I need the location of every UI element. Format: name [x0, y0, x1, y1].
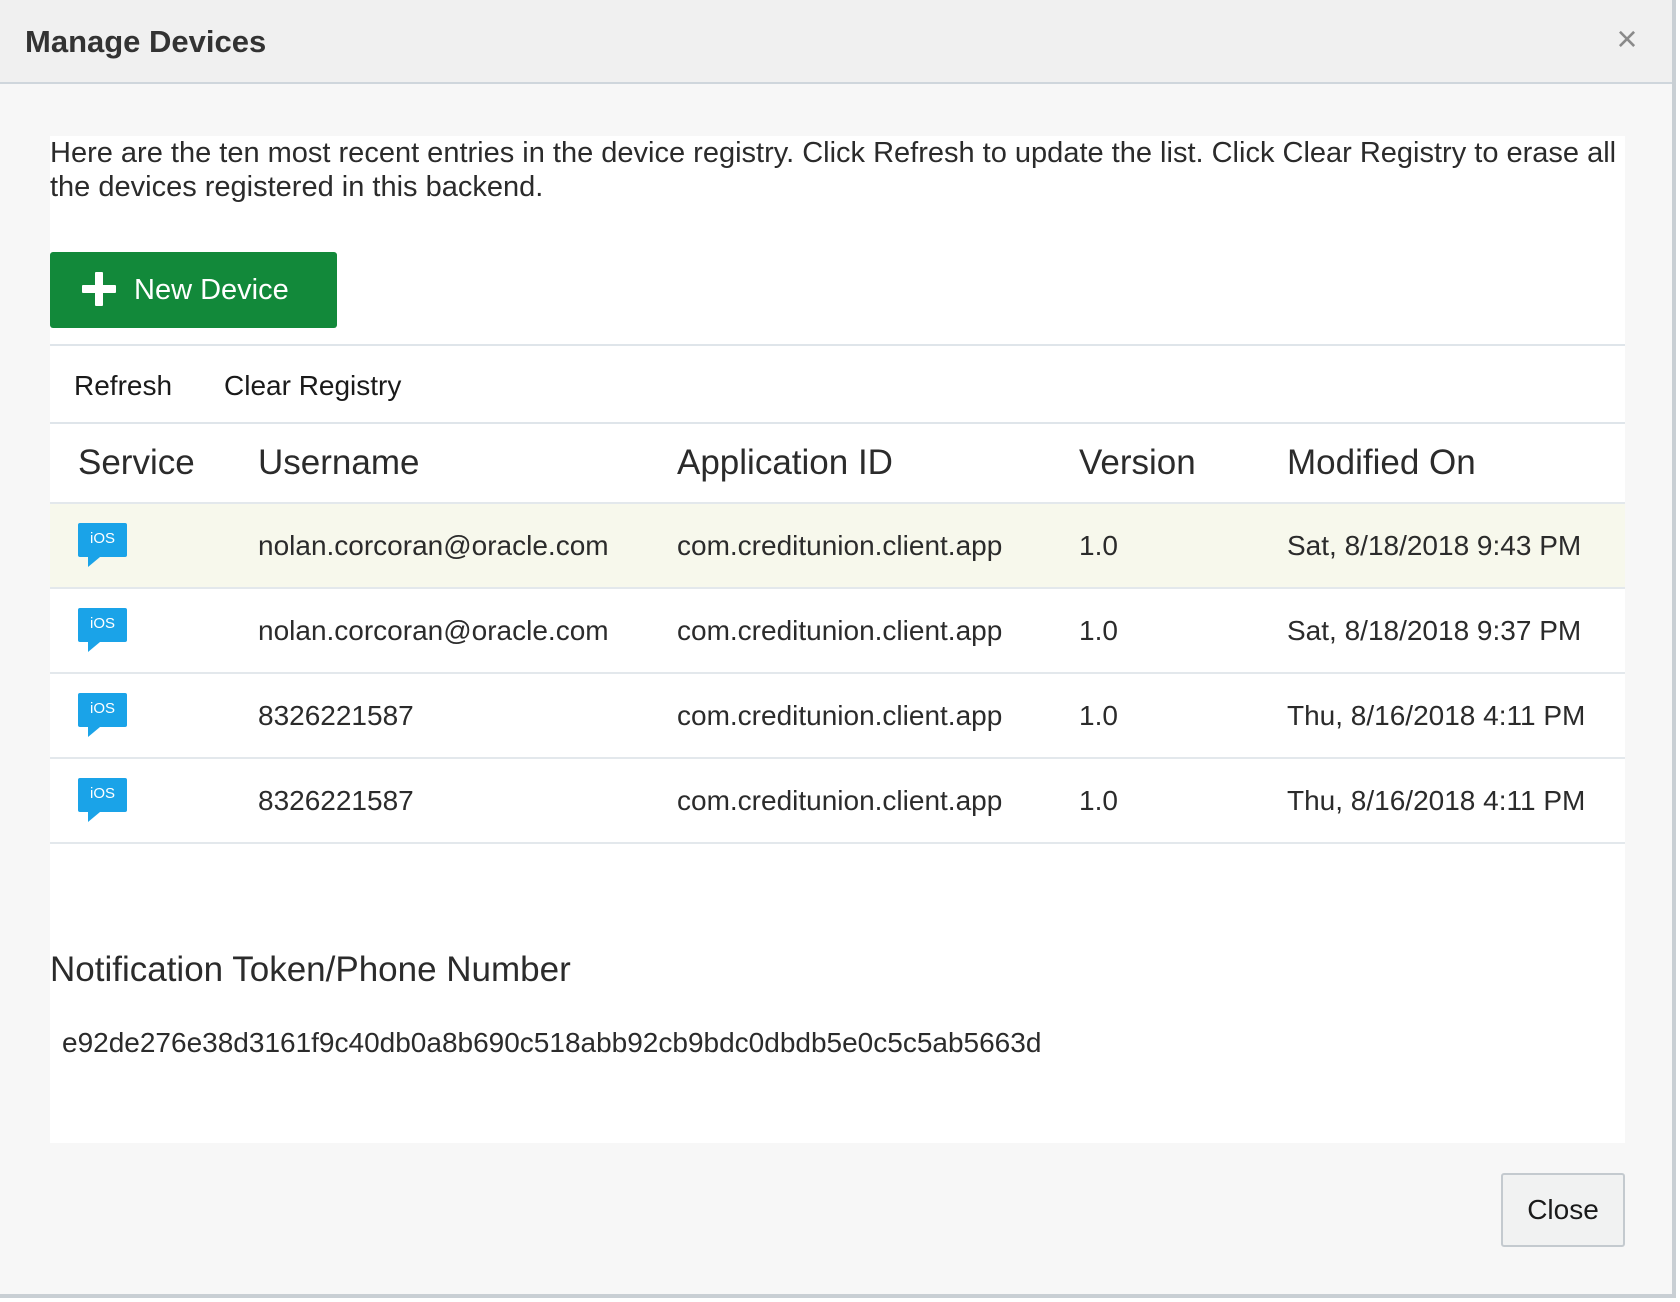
devices-panel: Here are the ten most recent entries in … [50, 136, 1625, 1143]
app-id-cell: com.creditunion.client.app [677, 758, 1079, 844]
modified-cell: Thu, 8/16/2018 4:11 PM [1287, 758, 1625, 844]
registry-toolbar: Refresh Clear Registry [50, 344, 1625, 424]
modified-cell: Sat, 8/18/2018 9:43 PM [1287, 503, 1625, 589]
app-id-cell: com.creditunion.client.app [677, 588, 1079, 674]
close-button[interactable]: Close [1501, 1173, 1625, 1247]
table-row[interactable]: iOS nolan.corcoran@oracle.com com.credit… [50, 503, 1625, 589]
version-cell: 1.0 [1079, 588, 1287, 674]
table-row[interactable]: iOS 8326221587 com.creditunion.client.ap… [50, 673, 1625, 759]
service-cell: iOS [50, 588, 258, 674]
header-username[interactable]: Username [258, 424, 677, 504]
new-device-label: New Device [134, 274, 289, 306]
new-device-button[interactable]: New Device [50, 252, 337, 328]
app-id-cell: com.creditunion.client.app [677, 503, 1079, 589]
version-cell: 1.0 [1079, 758, 1287, 844]
table-header-row: Service Username Application ID Version … [50, 424, 1625, 504]
plus-icon [82, 272, 116, 306]
app-id-cell: com.creditunion.client.app [677, 673, 1079, 759]
intro-text: Here are the ten most recent entries in … [50, 137, 1617, 203]
dialog-title: Manage Devices [25, 24, 267, 59]
refresh-button[interactable]: Refresh [74, 370, 172, 402]
devices-table: Service Username Application ID Version … [50, 424, 1625, 844]
ios-icon: iOS [78, 777, 127, 822]
ios-icon: iOS [78, 607, 127, 652]
ios-icon: iOS [78, 692, 127, 737]
header-modified-on[interactable]: Modified On [1287, 424, 1625, 504]
modified-cell: Thu, 8/16/2018 4:11 PM [1287, 673, 1625, 759]
table-row[interactable]: iOS nolan.corcoran@oracle.com com.credit… [50, 588, 1625, 674]
table-row[interactable]: iOS 8326221587 com.creditunion.client.ap… [50, 758, 1625, 844]
username-cell: nolan.corcoran@oracle.com [258, 503, 677, 589]
username-cell: 8326221587 [258, 758, 677, 844]
dialog-header: Manage Devices × [0, 0, 1672, 84]
version-cell: 1.0 [1079, 673, 1287, 759]
notification-token: e92de276e38d3161f9c40db0a8b690c518abb92c… [62, 1027, 1042, 1058]
service-cell: iOS [50, 673, 258, 759]
ios-icon: iOS [78, 522, 127, 567]
token-section-title: Notification Token/Phone Number [50, 950, 571, 989]
close-x-icon[interactable]: × [1610, 21, 1644, 57]
header-service[interactable]: Service [50, 424, 258, 504]
username-cell: nolan.corcoran@oracle.com [258, 588, 677, 674]
manage-devices-dialog: Manage Devices × Here are the ten most r… [0, 0, 1676, 1298]
service-cell: iOS [50, 758, 258, 844]
header-application-id[interactable]: Application ID [677, 424, 1079, 504]
modified-cell: Sat, 8/18/2018 9:37 PM [1287, 588, 1625, 674]
service-cell: iOS [50, 503, 258, 589]
header-version[interactable]: Version [1079, 424, 1287, 504]
clear-registry-button[interactable]: Clear Registry [224, 370, 401, 402]
username-cell: 8326221587 [258, 673, 677, 759]
version-cell: 1.0 [1079, 503, 1287, 589]
